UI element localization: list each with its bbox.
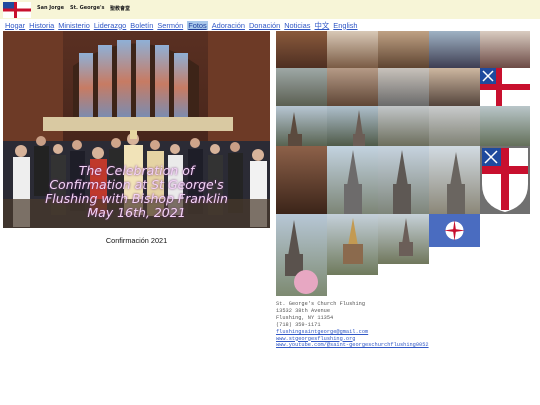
thumbnail-photo[interactable] (276, 31, 327, 68)
email-link[interactable]: flushingsaintgeorge@gmail.com (276, 329, 429, 336)
thumbnail-photo[interactable] (327, 106, 378, 146)
nav-adoracion[interactable]: Adoración (212, 21, 245, 30)
header-name-spanish: San Jorge (37, 5, 65, 11)
website-link[interactable]: www.stgeorgesflushing.org (276, 336, 429, 343)
thumbnail-photo[interactable] (378, 214, 429, 264)
nav-english[interactable]: English (333, 21, 357, 30)
church-name: St. George's Church Flushing (276, 301, 366, 307)
nav-boletin[interactable]: Boletín (130, 21, 153, 30)
thumbnail-photo[interactable] (378, 146, 429, 214)
photo-overlay-line-3: Flushing with Bishop Franklin (45, 191, 228, 206)
episcopal-compass-rose-thumbnail[interactable] (429, 214, 480, 247)
photo-overlay-line-4: May 16th, 2021 (87, 205, 186, 220)
youtube-link[interactable]: www.youtube.com/@saint-georgeschurchflus… (276, 342, 429, 349)
thumbnail-photo[interactable] (378, 31, 429, 68)
photo-overlay-line-2: Confirmation at St George's (49, 177, 224, 192)
site-header: San Jorge St. George's 聖教會堂 (0, 0, 540, 19)
episcopal-flag-logo[interactable] (3, 2, 31, 18)
thumbnail-photo[interactable] (327, 31, 378, 68)
thumbnail-photo[interactable] (378, 68, 429, 106)
header-name-english: St. George's (70, 5, 105, 11)
episcopal-shield-thumbnail[interactable] (480, 146, 530, 214)
thumbnail-photo[interactable] (378, 106, 429, 146)
nav-historia[interactable]: Historia (29, 21, 54, 30)
nav-noticias[interactable]: Noticias (284, 21, 310, 30)
contact-info: St. George's Church Flushing 13532 38th … (276, 301, 429, 349)
nav-fotos[interactable]: Fotos (187, 20, 208, 30)
address-line-2: Flushing, NY 11354 (276, 314, 334, 321)
thumbnail-photo[interactable] (276, 214, 327, 296)
thumbnail-photo[interactable] (480, 31, 530, 68)
phone-number: (718) 359-1171 (276, 321, 321, 328)
photo-caption: Confirmación 2021 (105, 236, 168, 245)
thumbnail-photo[interactable] (429, 106, 480, 146)
header-name-chinese: 聖教會堂 (110, 6, 131, 12)
thumbnail-photo[interactable] (276, 68, 327, 106)
thumbnail-photo[interactable] (429, 31, 480, 68)
nav-donacion[interactable]: Donación (249, 21, 280, 30)
thumbnail-photo[interactable] (480, 106, 530, 146)
episcopal-flag-thumbnail[interactable] (480, 68, 530, 106)
photo-overlay-line-1: The Celebration of (78, 163, 195, 178)
thumbnail-photo[interactable] (327, 68, 378, 106)
thumbnail-photo[interactable] (429, 146, 480, 214)
thumbnail-photo[interactable] (276, 106, 327, 146)
nav-sermon[interactable]: Sermón (157, 21, 183, 30)
nav-ministerio[interactable]: Ministerio (58, 21, 90, 30)
nav-chinese[interactable]: 中文 (315, 20, 330, 31)
nav-hogar[interactable]: Hogar (5, 21, 25, 30)
thumbnail-photo[interactable] (276, 146, 327, 214)
thumbnail-photo[interactable] (327, 214, 378, 275)
thumbnail-photo[interactable] (327, 146, 378, 214)
featured-photo[interactable]: The Celebration of Confirmation at St Ge… (3, 31, 270, 228)
address-line-1: 13532 38th Avenue (276, 307, 331, 314)
nav-liderazgo[interactable]: Liderazgo (94, 21, 126, 30)
main-nav: Hogar Historia Ministerio Liderazgo Bole… (5, 19, 362, 31)
thumbnail-photo[interactable] (429, 68, 480, 106)
